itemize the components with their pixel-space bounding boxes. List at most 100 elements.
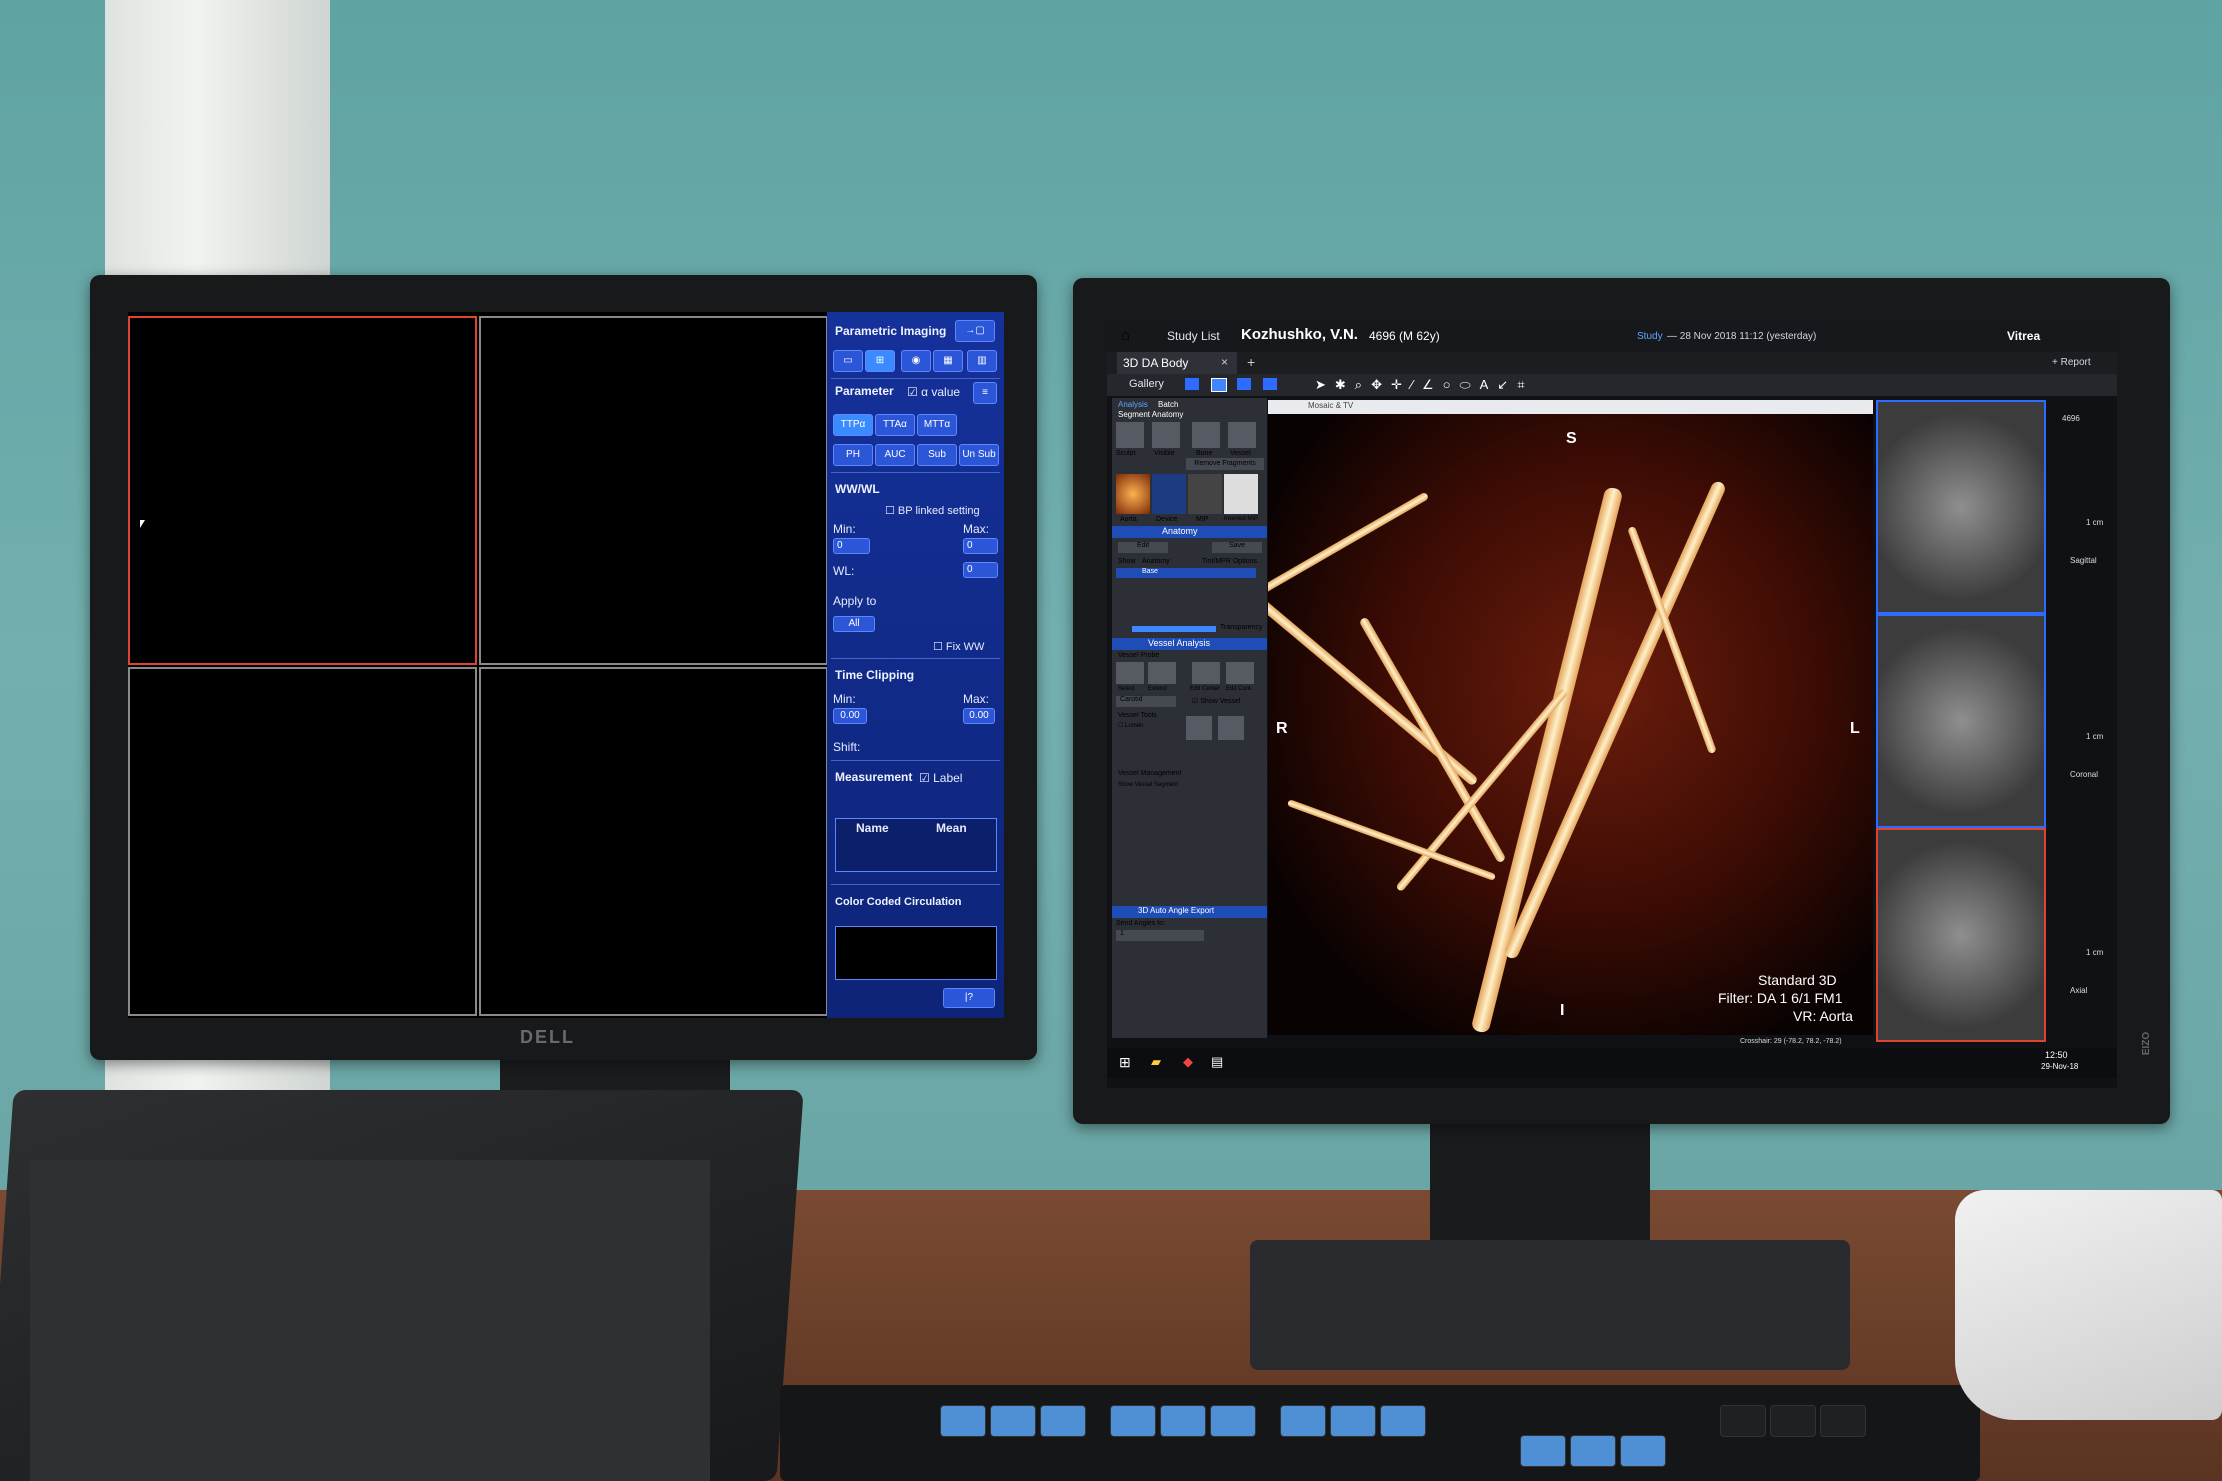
lumen-checkbox[interactable]: ☐ Lumen xyxy=(1118,722,1143,729)
study-list-link[interactable]: Study List xyxy=(1167,329,1220,343)
batch-tab[interactable]: Batch xyxy=(1158,400,1178,409)
gallery-button[interactable]: Gallery xyxy=(1129,378,1164,390)
measurement-label: Measurement xyxy=(835,770,913,784)
min-input[interactable]: 0 xyxy=(833,538,870,554)
vessel-tool-2[interactable] xyxy=(1218,716,1244,740)
visible-tool[interactable] xyxy=(1152,422,1180,448)
app-icon[interactable]: ◆ xyxy=(1183,1054,1193,1070)
param-button-auc[interactable]: AUC xyxy=(875,444,915,466)
probe-edit-contour-tool[interactable] xyxy=(1226,662,1254,684)
monitor-brand: DELL xyxy=(520,1027,575,1047)
measurement-table[interactable]: Name Mean xyxy=(835,818,997,872)
divider xyxy=(831,378,1000,379)
orientation-l: L xyxy=(1850,720,1860,737)
export-arrow-icon[interactable]: →▢ xyxy=(955,320,995,342)
overlay-standard-3d: Standard 3D xyxy=(1758,972,1837,988)
film-icon[interactable]: ▤ xyxy=(1211,1054,1223,1070)
preset-device-thumb[interactable] xyxy=(1152,474,1186,514)
bone-tool[interactable] xyxy=(1192,422,1220,448)
layout-active-icon[interactable] xyxy=(1211,378,1227,392)
viewport-3[interactable] xyxy=(128,667,477,1016)
film-icon[interactable]: ▦ xyxy=(933,350,963,372)
probe-select-label: Select xyxy=(1118,686,1135,692)
probe-edit-center-tool[interactable] xyxy=(1192,662,1220,684)
study-date: — 28 Nov 2018 11:12 (yesterday) xyxy=(1667,331,1817,342)
preset-aorta-thumb[interactable] xyxy=(1116,474,1150,514)
layout-icon[interactable] xyxy=(1263,378,1277,390)
label-checkbox[interactable]: ☑ Label xyxy=(919,771,962,785)
param-button-sub[interactable]: Sub xyxy=(917,444,957,466)
preset-aorta-label: Aorta xyxy=(1120,516,1137,523)
tool-icons[interactable]: ➤✱⌕✥✛⁄∠○⬭A↙⌗ xyxy=(1315,377,1534,393)
desk-phone xyxy=(1955,1190,2222,1420)
col-name: Name xyxy=(856,821,889,835)
vessel xyxy=(1358,616,1507,864)
auto-angle-header[interactable]: 3D Auto Angle Export xyxy=(1112,906,1267,918)
home-icon[interactable]: ⌂ xyxy=(1121,327,1130,344)
time-clipping-label: Time Clipping xyxy=(835,668,915,682)
edit-button[interactable]: Edit xyxy=(1118,542,1168,553)
preset-mip-thumb[interactable] xyxy=(1188,474,1222,514)
probe-extend-tool[interactable] xyxy=(1148,662,1176,684)
vessel-analysis-header[interactable]: Vessel Analysis xyxy=(1112,638,1267,650)
probe-extend-label: Extend xyxy=(1148,686,1167,692)
trash-icon[interactable]: ▥ xyxy=(967,350,997,372)
anatomy-row-base[interactable]: Base xyxy=(1116,568,1256,578)
layout-grid-icon[interactable]: ⊞ xyxy=(865,350,895,372)
vessel-label: Vessel xyxy=(1230,450,1251,457)
tc-min-label: Min: xyxy=(833,692,856,706)
viewport-1[interactable] xyxy=(128,316,477,665)
param-button-mtt[interactable]: MTTα xyxy=(917,414,957,436)
sagittal-view[interactable] xyxy=(1876,400,2046,614)
windows-taskbar: ⊞ ▰ ◆ ▤ 12:50 29-Nov-18 xyxy=(1107,1048,2117,1078)
thumb-series-label: 4696 xyxy=(2062,414,2080,423)
param-button-tta[interactable]: TTAα xyxy=(875,414,915,436)
anatomy-section-header[interactable]: Anatomy xyxy=(1112,526,1267,538)
viewport-4[interactable] xyxy=(479,667,828,1016)
apply-all-button[interactable]: All xyxy=(833,616,875,632)
layout-single-icon[interactable]: ▭ xyxy=(833,350,863,372)
viewport-2[interactable] xyxy=(479,316,828,665)
bp-linked-checkbox[interactable]: ☐ BP linked setting xyxy=(885,504,980,517)
menu-icon[interactable]: ≡ xyxy=(973,382,997,404)
vessel-tool[interactable] xyxy=(1228,422,1256,448)
add-tab-icon[interactable]: + xyxy=(1247,354,1255,370)
volume-rendering-view[interactable]: Mosaic & TV S R L I Standard 3D Filter: … xyxy=(1268,400,1873,1035)
save-button[interactable]: Save xyxy=(1212,542,1262,553)
transparency-slider[interactable] xyxy=(1132,626,1216,632)
param-button-ph[interactable]: PH xyxy=(833,444,873,466)
layout-icon[interactable] xyxy=(1185,378,1199,390)
divider xyxy=(831,760,1000,761)
camera-icon[interactable]: ◉ xyxy=(901,350,931,372)
right-monitor-stand xyxy=(1430,1120,1650,1260)
sculpt-tool[interactable] xyxy=(1116,422,1144,448)
param-button-ttp[interactable]: TTPα xyxy=(833,414,873,436)
layout-icon[interactable] xyxy=(1237,378,1251,390)
tc-min-input[interactable]: 0.00 xyxy=(833,708,867,724)
alpha-value-checkbox[interactable]: ☑ α value xyxy=(907,385,960,399)
tab-3d-da-body[interactable]: 3D DA Body × xyxy=(1117,352,1237,374)
fix-ww-checkbox[interactable]: ☐ Fix WW xyxy=(933,640,984,653)
folder-icon[interactable]: ▰ xyxy=(1151,1054,1161,1070)
tc-max-input[interactable]: 0.00 xyxy=(963,708,995,724)
param-button-unsub[interactable]: Un Sub xyxy=(959,444,999,466)
show-vessel-checkbox[interactable]: ☑ Show Vessel xyxy=(1192,697,1240,705)
carotid-select[interactable]: Carotid xyxy=(1116,696,1176,707)
remove-fragments-button[interactable]: Remove Fragments xyxy=(1186,458,1264,470)
coronal-view[interactable] xyxy=(1876,614,2046,828)
max-input[interactable]: 0 xyxy=(963,538,998,554)
windows-start-icon[interactable]: ⊞ xyxy=(1119,1054,1131,1071)
analysis-tab[interactable]: Analysis xyxy=(1118,400,1148,409)
axial-view[interactable] xyxy=(1876,828,2046,1042)
send-angles-select[interactable]: 1 xyxy=(1116,930,1204,941)
vr-window-title: Mosaic & TV xyxy=(1308,401,1354,410)
vessel-tool-1[interactable] xyxy=(1186,716,1212,740)
analysis-side-panel: Analysis Batch Segment Anatomy Sculpt Vi… xyxy=(1112,398,1267,1038)
report-link[interactable]: + Report xyxy=(2052,357,2091,368)
preset-inverted-mip-thumb[interactable] xyxy=(1224,474,1258,514)
wl-input[interactable]: 0 xyxy=(963,562,998,578)
help-icon[interactable]: |? xyxy=(943,988,995,1008)
close-icon[interactable]: × xyxy=(1221,355,1228,369)
probe-select-tool[interactable] xyxy=(1116,662,1144,684)
vessel-analysis-title: Vessel Analysis xyxy=(1148,638,1211,648)
